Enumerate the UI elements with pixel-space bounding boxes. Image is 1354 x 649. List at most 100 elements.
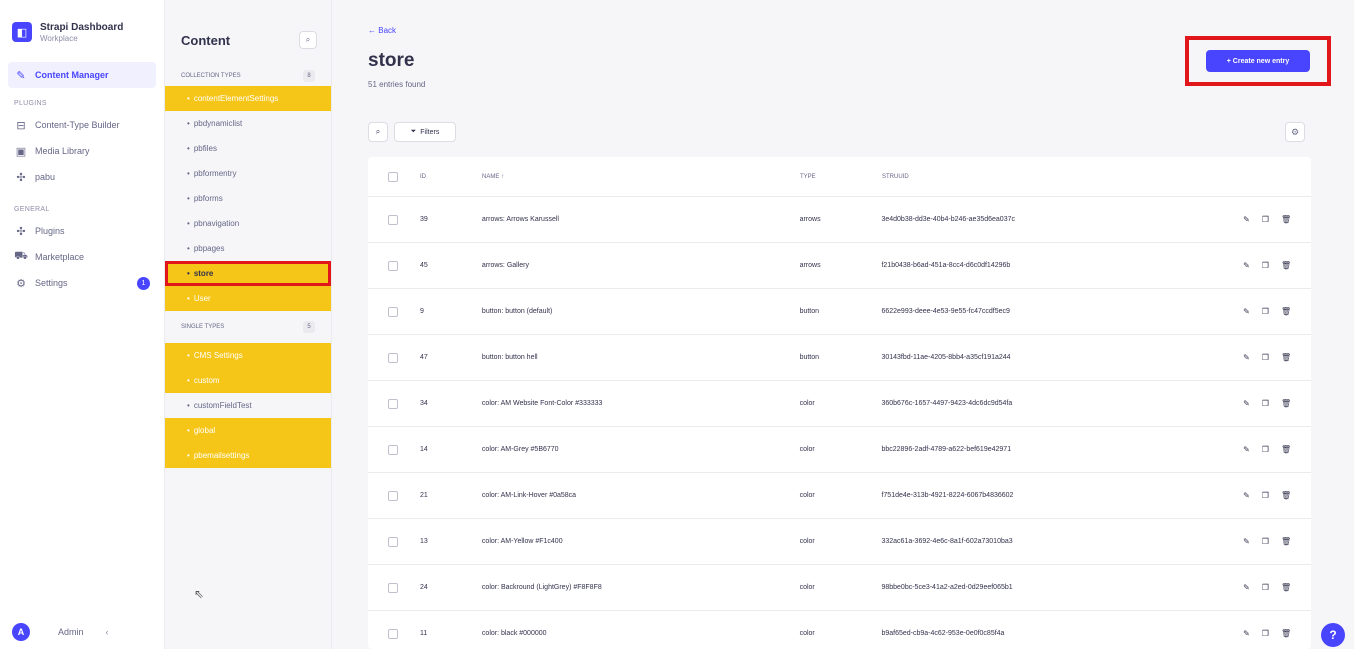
admin-name[interactable]: Admin [58,627,84,637]
pencil-icon[interactable]: ✎ [1243,399,1250,408]
sidebar-item-pbnavigation[interactable]: • pbnavigation [165,211,331,236]
sidebar-item-label: store [193,269,214,278]
table-row[interactable]: 39 arrows: Arrows Karussell arrows 3e4d0b38… [368,197,1311,243]
sidebar-item-user[interactable]: • User [165,286,331,311]
back-link[interactable]: ← Back [368,26,396,35]
cell-type: color [799,446,815,453]
user-footer: A Admin ‹ [0,615,165,649]
row-checkbox[interactable] [388,490,398,501]
row-checkbox[interactable] [388,628,398,639]
sidebar-item-label: pbemailsettings [193,451,250,460]
trash-icon[interactable]: 🗑 [1281,399,1291,408]
nav-item-content-manager[interactable]: ✎ Content Manager [8,62,156,88]
duplicate-icon[interactable]: ❐ [1262,445,1269,454]
trash-icon[interactable]: 🗑 [1281,537,1291,546]
nav-item-marketplace[interactable]: ⛟ Marketplace [8,244,156,270]
cell-name: arrows: Arrows Karussell [481,216,559,223]
sidebar-item-pbformentry[interactable]: • pbformentry [165,161,331,186]
search-icon[interactable]: ⌕ [368,122,388,142]
table-row[interactable]: 21 color: AM-Link-Hover #0a58ca color f751d… [368,473,1311,519]
nav-item-pabu[interactable]: ✣ pabu [8,164,156,190]
pencil-icon[interactable]: ✎ [1243,307,1250,316]
header-struuid[interactable]: STRUUID [882,174,1232,180]
pencil-icon[interactable]: ✎ [1243,583,1250,592]
header-name[interactable]: NAME ↑ [482,174,800,180]
row-checkbox[interactable] [388,582,398,593]
row-checkbox[interactable] [388,352,398,363]
pencil-icon[interactable]: ✎ [1243,261,1250,270]
header-type[interactable]: TYPE [800,174,882,180]
sidebar-item-store[interactable]: • store [165,261,331,286]
sidebar-item-pbfiles[interactable]: • pbfiles [165,136,331,161]
edit-icon: ✎ [16,69,26,82]
table-row[interactable]: 24 color: Backround (LightGrey) #F8F8F8 co… [368,565,1311,611]
sidebar-item-contentelementsettings[interactable]: • contentElementSettings [165,86,331,111]
table-row[interactable]: 13 color: AM-Yellow #F1c400 color 332ac61a-… [368,519,1311,565]
trash-icon[interactable]: 🗑 [1281,261,1291,270]
row-checkbox[interactable] [388,260,398,271]
nav-item-settings[interactable]: ⚙ Settings 1 [8,270,156,296]
pencil-icon[interactable]: ✎ [1243,537,1250,546]
pencil-icon[interactable]: ✎ [1243,215,1250,224]
nav-item-media-library[interactable]: ▣ Media Library [8,138,156,164]
sidebar-item-customfieldtest[interactable]: • customFieldTest [165,393,331,418]
header-id[interactable]: ID [398,174,482,180]
duplicate-icon[interactable]: ❐ [1262,261,1269,270]
nav-item-plugins[interactable]: ✣ Plugins [8,218,156,244]
duplicate-icon[interactable]: ❐ [1262,537,1269,546]
gear-icon[interactable]: ⚙ [1285,122,1305,142]
row-checkbox[interactable] [388,398,398,409]
trash-icon[interactable]: 🗑 [1281,307,1291,316]
pencil-icon[interactable]: ✎ [1243,445,1250,454]
table-row[interactable]: 9 button: button (default) button 6622e993-… [368,289,1311,335]
collapse-nav-icon[interactable]: ‹ [106,627,109,637]
sidebar-item-pbdynamiclist[interactable]: • pbdynamiclist [165,111,331,136]
cell-name: color: AM Website Font-Color #333333 [481,400,603,407]
sidebar-item-pbforms[interactable]: • pbforms [165,186,331,211]
select-all-cell [368,171,398,182]
duplicate-icon[interactable]: ❐ [1262,583,1269,592]
help-button[interactable]: ? [1321,623,1345,647]
pencil-icon[interactable]: ✎ [1243,491,1250,500]
sidebar-item-pbpages[interactable]: • pbpages [165,236,331,261]
sidebar-item-pbemailsettings[interactable]: • pbemailsettings [165,443,331,468]
duplicate-icon[interactable]: ❐ [1262,491,1269,500]
create-new-entry-button[interactable]: + Create new entry [1206,50,1310,72]
table-row[interactable]: 45 arrows: Gallery arrows f21b0438-b6ad-451… [368,243,1311,289]
row-checkbox[interactable] [388,444,398,455]
row-checkbox[interactable] [388,536,398,547]
sidebar-item-global[interactable]: • global [165,418,331,443]
trash-icon[interactable]: 🗑 [1281,583,1291,592]
cell-type: arrows [799,262,821,269]
sidebar-item-custom[interactable]: • custom [165,368,331,393]
pencil-icon[interactable]: ✎ [1243,629,1250,638]
trash-icon[interactable]: 🗑 [1281,353,1291,362]
row-checkbox[interactable] [388,306,398,317]
search-icon[interactable]: ⌕ [299,31,317,49]
duplicate-icon[interactable]: ❐ [1262,629,1269,638]
trash-icon[interactable]: 🗑 [1281,629,1291,638]
table-row[interactable]: 34 color: AM Website Font-Color #333333 co… [368,381,1311,427]
cell-struuid: bbc22896-2adf-4789-a622-bef619e42971 [881,446,1012,453]
pencil-icon[interactable]: ✎ [1243,353,1250,362]
duplicate-icon[interactable]: ❐ [1262,215,1269,224]
table-row[interactable]: 11 color: black #000000 color b9af65ed-cb9a… [368,611,1311,649]
single-types-header[interactable]: SINGLE TYPES 5 [165,317,331,337]
row-checkbox[interactable] [388,214,398,225]
duplicate-icon[interactable]: ❐ [1262,353,1269,362]
duplicate-icon[interactable]: ❐ [1262,399,1269,408]
cell-id: 14 [420,446,428,453]
duplicate-icon[interactable]: ❐ [1262,307,1269,316]
nav-item-content-type-builder[interactable]: ⊟ Content-Type Builder [8,112,156,138]
cell-id: 34 [420,400,428,407]
select-all-checkbox[interactable] [388,171,398,182]
trash-icon[interactable]: 🗑 [1281,445,1291,454]
avatar[interactable]: A [12,623,30,641]
filters-button[interactable]: ⏷ Filters [394,122,456,142]
sidebar-item-cms-settings[interactable]: • CMS Settings [165,343,331,368]
trash-icon[interactable]: 🗑 [1281,215,1291,224]
collection-types-header[interactable]: COLLECTION TYPES 8 [165,66,331,86]
table-row[interactable]: 47 button: button hell button 30143fbd-11ae… [368,335,1311,381]
table-row[interactable]: 14 color: AM-Grey #5B6770 color bbc22896-2a… [368,427,1311,473]
trash-icon[interactable]: 🗑 [1281,491,1291,500]
